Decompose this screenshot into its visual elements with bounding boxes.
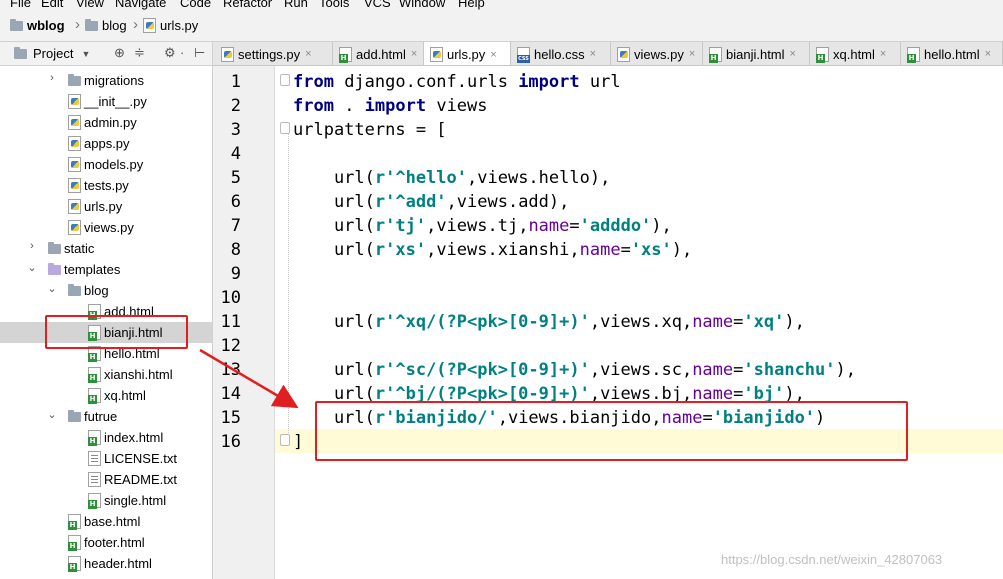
watermark-text: https://blog.csdn.net/weixin_42807063 <box>721 552 943 567</box>
ide-window: File Edit View Navigate Code Refactor Ru… <box>0 0 1003 579</box>
annotation-arrow <box>199 348 299 409</box>
